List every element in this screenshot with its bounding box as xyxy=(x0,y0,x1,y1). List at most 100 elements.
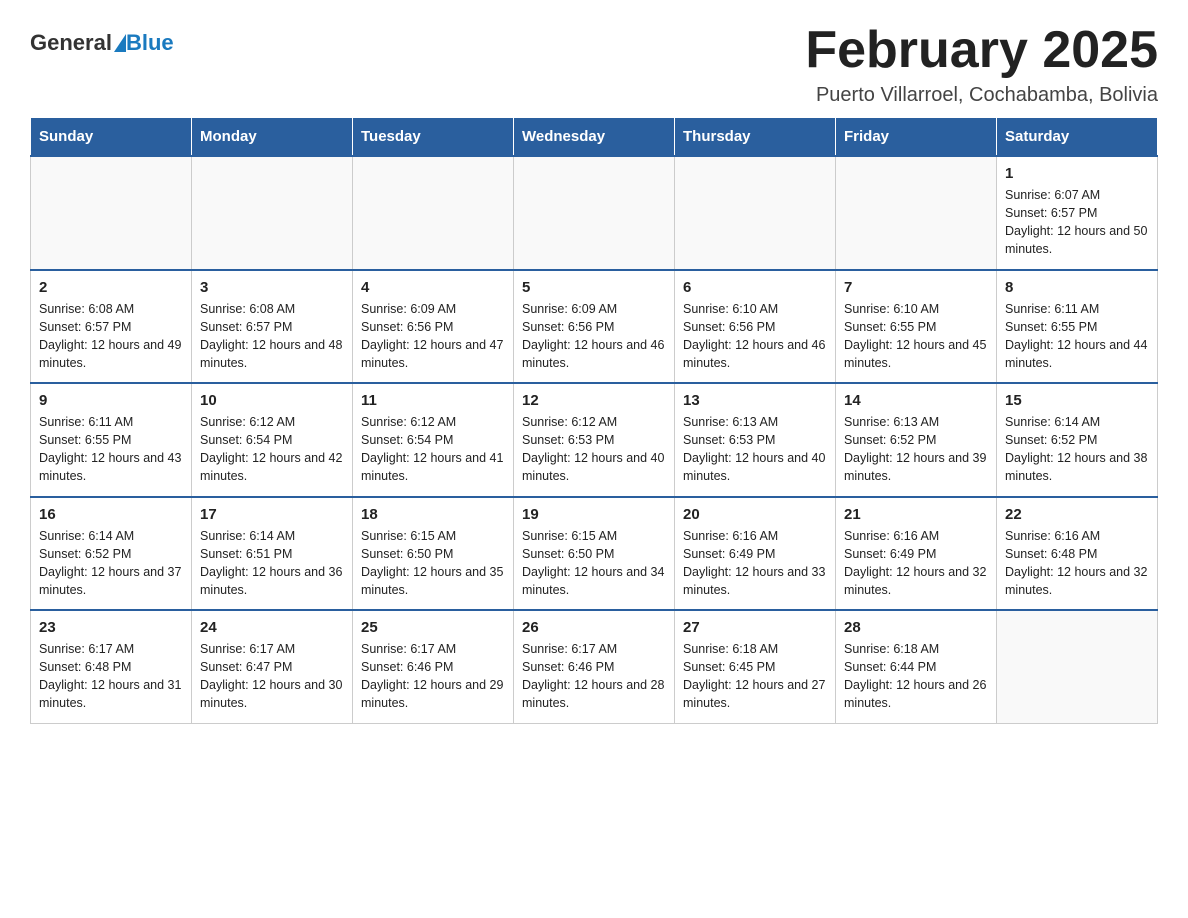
calendar-cell: 2 Sunrise: 6:08 AMSunset: 6:57 PMDaylight… xyxy=(31,270,192,384)
day-info: Sunrise: 6:10 AMSunset: 6:55 PMDaylight:… xyxy=(844,300,988,373)
day-number: 27 xyxy=(683,619,827,636)
week-row-2: 2 Sunrise: 6:08 AMSunset: 6:57 PMDaylight… xyxy=(31,270,1158,384)
day-info: Sunrise: 6:15 AMSunset: 6:50 PMDaylight:… xyxy=(522,527,666,600)
day-info: Sunrise: 6:18 AMSunset: 6:44 PMDaylight:… xyxy=(844,640,988,713)
header-tuesday: Tuesday xyxy=(353,118,514,157)
day-number: 23 xyxy=(39,619,183,636)
calendar-cell xyxy=(192,156,353,270)
day-info: Sunrise: 6:10 AMSunset: 6:56 PMDaylight:… xyxy=(683,300,827,373)
calendar-cell xyxy=(353,156,514,270)
day-info: Sunrise: 6:11 AMSunset: 6:55 PMDaylight:… xyxy=(1005,300,1149,373)
logo-blue-text: Blue xyxy=(126,30,174,56)
calendar-cell xyxy=(675,156,836,270)
calendar-cell: 9 Sunrise: 6:11 AMSunset: 6:55 PMDaylight… xyxy=(31,383,192,497)
logo-general-text: General xyxy=(30,30,112,56)
day-number: 3 xyxy=(200,279,344,296)
day-header-row: SundayMondayTuesdayWednesdayThursdayFrid… xyxy=(31,118,1158,157)
calendar-cell: 11 Sunrise: 6:12 AMSunset: 6:54 PMDayligh… xyxy=(353,383,514,497)
calendar-cell: 16Sunrise: 6:14 AMSunset: 6:52 PMDayligh… xyxy=(31,497,192,611)
day-info: Sunrise: 6:08 AMSunset: 6:57 PMDaylight:… xyxy=(200,300,344,373)
week-row-3: 9 Sunrise: 6:11 AMSunset: 6:55 PMDaylight… xyxy=(31,383,1158,497)
day-number: 8 xyxy=(1005,279,1149,296)
day-info: Sunrise: 6:15 AMSunset: 6:50 PMDaylight:… xyxy=(361,527,505,600)
calendar-cell: 15Sunrise: 6:14 AMSunset: 6:52 PMDayligh… xyxy=(997,383,1158,497)
day-number: 18 xyxy=(361,506,505,523)
day-number: 15 xyxy=(1005,392,1149,409)
day-number: 6 xyxy=(683,279,827,296)
day-info: Sunrise: 6:08 AMSunset: 6:57 PMDaylight:… xyxy=(39,300,183,373)
day-info: Sunrise: 6:11 AMSunset: 6:55 PMDaylight:… xyxy=(39,413,183,486)
calendar-cell: 14 Sunrise: 6:13 AMSunset: 6:52 PMDayligh… xyxy=(836,383,997,497)
calendar-cell: 27 Sunrise: 6:18 AMSunset: 6:45 PMDayligh… xyxy=(675,610,836,723)
logo-triangle-icon xyxy=(114,34,126,52)
calendar-cell: 22 Sunrise: 6:16 AMSunset: 6:48 PMDayligh… xyxy=(997,497,1158,611)
day-number: 1 xyxy=(1005,165,1149,182)
day-number: 11 xyxy=(361,392,505,409)
calendar-cell: 24Sunrise: 6:17 AMSunset: 6:47 PMDayligh… xyxy=(192,610,353,723)
day-number: 13 xyxy=(683,392,827,409)
day-info: Sunrise: 6:17 AMSunset: 6:46 PMDaylight:… xyxy=(361,640,505,713)
day-info: Sunrise: 6:17 AMSunset: 6:47 PMDaylight:… xyxy=(200,640,344,713)
day-number: 9 xyxy=(39,392,183,409)
calendar-cell: 7 Sunrise: 6:10 AMSunset: 6:55 PMDaylight… xyxy=(836,270,997,384)
calendar-cell: 19 Sunrise: 6:15 AMSunset: 6:50 PMDayligh… xyxy=(514,497,675,611)
day-number: 10 xyxy=(200,392,344,409)
day-info: Sunrise: 6:13 AMSunset: 6:53 PMDaylight:… xyxy=(683,413,827,486)
day-info: Sunrise: 6:12 AMSunset: 6:54 PMDaylight:… xyxy=(361,413,505,486)
day-info: Sunrise: 6:16 AMSunset: 6:48 PMDaylight:… xyxy=(1005,527,1149,600)
calendar-cell xyxy=(836,156,997,270)
day-info: Sunrise: 6:17 AMSunset: 6:48 PMDaylight:… xyxy=(39,640,183,713)
calendar-cell: 8 Sunrise: 6:11 AMSunset: 6:55 PMDaylight… xyxy=(997,270,1158,384)
calendar-cell: 26 Sunrise: 6:17 AMSunset: 6:46 PMDayligh… xyxy=(514,610,675,723)
calendar-cell: 4 Sunrise: 6:09 AMSunset: 6:56 PMDaylight… xyxy=(353,270,514,384)
header-sunday: Sunday xyxy=(31,118,192,157)
day-number: 22 xyxy=(1005,506,1149,523)
day-number: 7 xyxy=(844,279,988,296)
day-info: Sunrise: 6:09 AMSunset: 6:56 PMDaylight:… xyxy=(361,300,505,373)
day-number: 4 xyxy=(361,279,505,296)
calendar-cell xyxy=(514,156,675,270)
day-number: 12 xyxy=(522,392,666,409)
header-monday: Monday xyxy=(192,118,353,157)
calendar-cell: 25 Sunrise: 6:17 AMSunset: 6:46 PMDayligh… xyxy=(353,610,514,723)
calendar-cell: 23 Sunrise: 6:17 AMSunset: 6:48 PMDayligh… xyxy=(31,610,192,723)
day-number: 26 xyxy=(522,619,666,636)
day-info: Sunrise: 6:18 AMSunset: 6:45 PMDaylight:… xyxy=(683,640,827,713)
day-info: Sunrise: 6:13 AMSunset: 6:52 PMDaylight:… xyxy=(844,413,988,486)
day-number: 2 xyxy=(39,279,183,296)
day-number: 25 xyxy=(361,619,505,636)
day-number: 20 xyxy=(683,506,827,523)
header-thursday: Thursday xyxy=(675,118,836,157)
calendar-cell: 6 Sunrise: 6:10 AMSunset: 6:56 PMDaylight… xyxy=(675,270,836,384)
day-info: Sunrise: 6:12 AMSunset: 6:54 PMDaylight:… xyxy=(200,413,344,486)
header-friday: Friday xyxy=(836,118,997,157)
calendar-cell: 20 Sunrise: 6:16 AMSunset: 6:49 PMDayligh… xyxy=(675,497,836,611)
calendar-cell: 17Sunrise: 6:14 AMSunset: 6:51 PMDayligh… xyxy=(192,497,353,611)
calendar-table: SundayMondayTuesdayWednesdayThursdayFrid… xyxy=(30,117,1158,724)
day-info: Sunrise: 6:12 AMSunset: 6:53 PMDaylight:… xyxy=(522,413,666,486)
logo: General Blue xyxy=(30,30,174,56)
calendar-cell: 10 Sunrise: 6:12 AMSunset: 6:54 PMDayligh… xyxy=(192,383,353,497)
day-info: Sunrise: 6:07 AMSunset: 6:57 PMDaylight:… xyxy=(1005,186,1149,259)
calendar-header: SundayMondayTuesdayWednesdayThursdayFrid… xyxy=(31,118,1158,157)
week-row-4: 16Sunrise: 6:14 AMSunset: 6:52 PMDayligh… xyxy=(31,497,1158,611)
calendar-body: 1 Sunrise: 6:07 AMSunset: 6:57 PMDaylight… xyxy=(31,156,1158,723)
calendar-cell: 28Sunrise: 6:18 AMSunset: 6:44 PMDayligh… xyxy=(836,610,997,723)
day-number: 21 xyxy=(844,506,988,523)
week-row-1: 1 Sunrise: 6:07 AMSunset: 6:57 PMDaylight… xyxy=(31,156,1158,270)
day-info: Sunrise: 6:16 AMSunset: 6:49 PMDaylight:… xyxy=(683,527,827,600)
day-info: Sunrise: 6:09 AMSunset: 6:56 PMDaylight:… xyxy=(522,300,666,373)
day-info: Sunrise: 6:17 AMSunset: 6:46 PMDaylight:… xyxy=(522,640,666,713)
calendar-cell xyxy=(997,610,1158,723)
day-number: 14 xyxy=(844,392,988,409)
calendar-cell: 13 Sunrise: 6:13 AMSunset: 6:53 PMDayligh… xyxy=(675,383,836,497)
day-number: 19 xyxy=(522,506,666,523)
calendar-cell xyxy=(31,156,192,270)
subtitle: Puerto Villarroel, Cochabamba, Bolivia xyxy=(805,84,1158,107)
week-row-5: 23 Sunrise: 6:17 AMSunset: 6:48 PMDayligh… xyxy=(31,610,1158,723)
day-number: 16 xyxy=(39,506,183,523)
calendar-cell: 18 Sunrise: 6:15 AMSunset: 6:50 PMDayligh… xyxy=(353,497,514,611)
page-header: General Blue February 2025 Puerto Villar… xyxy=(30,20,1158,107)
header-wednesday: Wednesday xyxy=(514,118,675,157)
title-block: February 2025 Puerto Villarroel, Cochaba… xyxy=(805,20,1158,107)
